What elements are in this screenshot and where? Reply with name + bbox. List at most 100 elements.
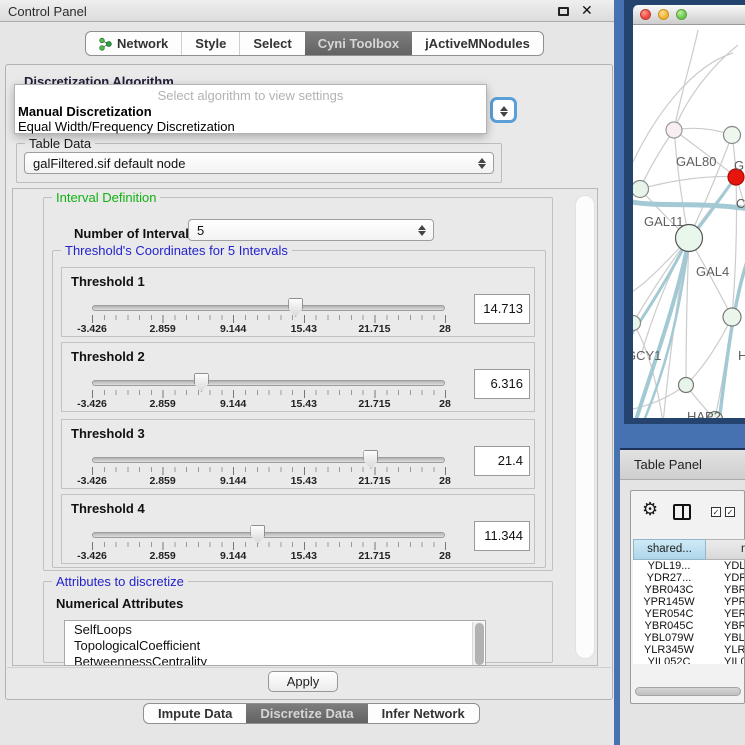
- network-edge[interactable]: [674, 30, 698, 130]
- right-mid-node[interactable]: [723, 308, 741, 326]
- table-row[interactable]: YBR043C YBR0: [633, 584, 744, 596]
- network-window-titlebar[interactable]: [633, 5, 745, 25]
- threshold-4-slider-thumb[interactable]: [250, 525, 265, 544]
- list-item[interactable]: TopologicalCoefficient: [65, 637, 485, 653]
- table-row[interactable]: YIL052C YIL0: [633, 656, 744, 664]
- tab-jactivemnodules[interactable]: jActiveMNodules: [412, 32, 543, 55]
- numerical-attributes-label: Numerical Attributes: [56, 596, 183, 611]
- cell-shared-name[interactable]: YDR27...: [633, 572, 705, 584]
- apply-button[interactable]: Apply: [268, 671, 338, 692]
- top-right-node[interactable]: [724, 127, 741, 144]
- number-of-intervals-combobox[interactable]: 5: [188, 219, 434, 241]
- cell-shared-name[interactable]: YBL079W: [633, 632, 705, 644]
- threshold-3-value-field[interactable]: 21.4: [474, 446, 530, 476]
- threshold-2-value-field[interactable]: 6.316: [474, 369, 530, 399]
- settings-scroll-panel: Interval Definition Number of Intervals …: [12, 188, 598, 666]
- cell-shared-name[interactable]: YER054C: [633, 608, 705, 620]
- popup-option-manual-discretization[interactable]: Manual Discretization: [18, 104, 152, 119]
- tab-impute-data[interactable]: Impute Data: [144, 704, 246, 723]
- popup-option-equal-width-frequency[interactable]: Equal Width/Frequency Discretization: [18, 119, 235, 134]
- GCY1-node[interactable]: [633, 316, 641, 331]
- GAL80-node[interactable]: [666, 122, 682, 138]
- cell-name[interactable]: YPR1: [724, 596, 744, 608]
- cell-name[interactable]: YER0: [724, 608, 744, 620]
- gear-icon[interactable]: ⚙: [642, 500, 658, 518]
- node-label: GAL11: [644, 214, 684, 229]
- horizontal-scrollbar-thumb[interactable]: [635, 687, 741, 696]
- column-header-shared-name[interactable]: shared...: [633, 539, 706, 560]
- tab-discretize-data[interactable]: Discretize Data: [246, 704, 367, 723]
- table-data-combobox[interactable]: galFiltered.sif default node: [24, 152, 494, 174]
- list-scrollbar-track[interactable]: [472, 622, 484, 666]
- list-item[interactable]: SelfLoops: [65, 621, 485, 637]
- network-edge[interactable]: [633, 323, 663, 418]
- table-row[interactable]: YDR27... YDR2: [633, 572, 744, 584]
- close-icon[interactable]: ✕: [581, 2, 593, 19]
- number-of-intervals-value: 5: [197, 223, 204, 238]
- table-panel-window: Table Panel ⚙ ✓ ✓ shared... na YDL19...Y…: [620, 448, 745, 745]
- threshold-4-value-field[interactable]: 11.344: [474, 521, 530, 551]
- tab-select[interactable]: Select: [239, 32, 304, 55]
- checkbox-icon[interactable]: ✓: [725, 507, 735, 517]
- scale-tick-label: 15.43: [291, 398, 317, 410]
- network-edge[interactable]: [641, 238, 689, 355]
- cell-name[interactable]: YBL0: [724, 632, 744, 644]
- table-row[interactable]: YBR045C YBR0: [633, 620, 744, 632]
- threshold-1-value-field[interactable]: 14.713: [474, 294, 530, 324]
- column-header-name[interactable]: na: [706, 539, 745, 560]
- numerical-attributes-list[interactable]: SelfLoops TopologicalCoefficient Between…: [64, 620, 486, 666]
- table-row[interactable]: YPR145W YPR1: [633, 596, 744, 608]
- network-edge[interactable]: [640, 177, 736, 189]
- tab-network-label: Network: [117, 32, 168, 55]
- close-traffic-light-icon[interactable]: [640, 9, 651, 20]
- tab-style[interactable]: Style: [181, 32, 239, 55]
- threshold-2-slider-thumb[interactable]: [194, 373, 209, 392]
- cell-name[interactable]: YDL1: [724, 560, 744, 572]
- scale-tick-label: 2.859: [149, 550, 175, 562]
- tab-cyni-toolbox[interactable]: Cyni Toolbox: [305, 32, 412, 55]
- cell-name[interactable]: YIL0: [724, 656, 744, 664]
- tab-network[interactable]: Network: [86, 32, 181, 55]
- cell-shared-name[interactable]: YBR045C: [633, 620, 705, 632]
- cell-shared-name[interactable]: YBR043C: [633, 584, 705, 596]
- cell-shared-name[interactable]: YDL19...: [633, 560, 705, 572]
- cell-shared-name[interactable]: YIL052C: [633, 656, 705, 664]
- table-panel-titlebar[interactable]: Table Panel: [620, 450, 745, 480]
- GAL11-node[interactable]: [633, 181, 649, 198]
- table-row[interactable]: YLR345W YLR3: [633, 644, 744, 656]
- scale-tick-label: -3.426: [77, 550, 107, 562]
- minimize-traffic-light-icon[interactable]: [658, 9, 669, 20]
- table-row[interactable]: YBL079W YBL0: [633, 632, 744, 644]
- network-edge-thick[interactable]: [633, 201, 745, 209]
- network-edge[interactable]: [689, 135, 732, 238]
- cell-name[interactable]: YBR0: [724, 620, 744, 632]
- checkbox-icon[interactable]: ✓: [711, 507, 721, 517]
- table-row[interactable]: YER054C YER0: [633, 608, 744, 620]
- table-panel-title: Table Panel: [634, 457, 702, 472]
- cell-name[interactable]: YLR3: [724, 644, 744, 656]
- table-panel-body: ⚙ ✓ ✓ shared... na YDL19...YDL1YDR27...Y…: [630, 490, 745, 704]
- float-window-icon[interactable]: [558, 7, 569, 16]
- algorithm-combobox-focused-edge[interactable]: [490, 97, 517, 123]
- network-icon: [99, 37, 112, 51]
- cell-shared-name[interactable]: YPR145W: [633, 596, 705, 608]
- vertical-scrollbar-track[interactable]: [575, 195, 595, 659]
- control-panel-titlebar: Control Panel: [0, 0, 620, 22]
- tab-infer-network[interactable]: Infer Network: [368, 704, 479, 723]
- table-row[interactable]: YDL19... YDL1: [633, 560, 744, 572]
- cell-shared-name[interactable]: YLR345W: [633, 644, 705, 656]
- spinner-arrows-icon: [478, 157, 487, 170]
- list-item[interactable]: BetweennessCentrality: [65, 653, 485, 666]
- threshold-3-slider-thumb[interactable]: [363, 450, 378, 469]
- list-scrollbar-thumb[interactable]: [475, 623, 484, 665]
- threshold-1-slider-thumb[interactable]: [288, 298, 303, 317]
- network-canvas[interactable]: GAL80GCGAL11GAL4GCY1HHAP2: [633, 25, 745, 418]
- zoom-traffic-light-icon[interactable]: [676, 9, 687, 20]
- HAP2-node[interactable]: [679, 378, 694, 393]
- node-label: GCY1: [633, 348, 661, 363]
- split-columns-icon[interactable]: [673, 504, 691, 520]
- cell-name[interactable]: YBR0: [724, 584, 744, 596]
- cell-name[interactable]: YDR2: [724, 572, 744, 584]
- table-rows[interactable]: YDL19...YDL1YDR27...YDR2YBR043CYBR0YPR14…: [633, 560, 744, 664]
- slider-scale-labels: -3.4262.8599.14415.4321.71528: [92, 398, 445, 410]
